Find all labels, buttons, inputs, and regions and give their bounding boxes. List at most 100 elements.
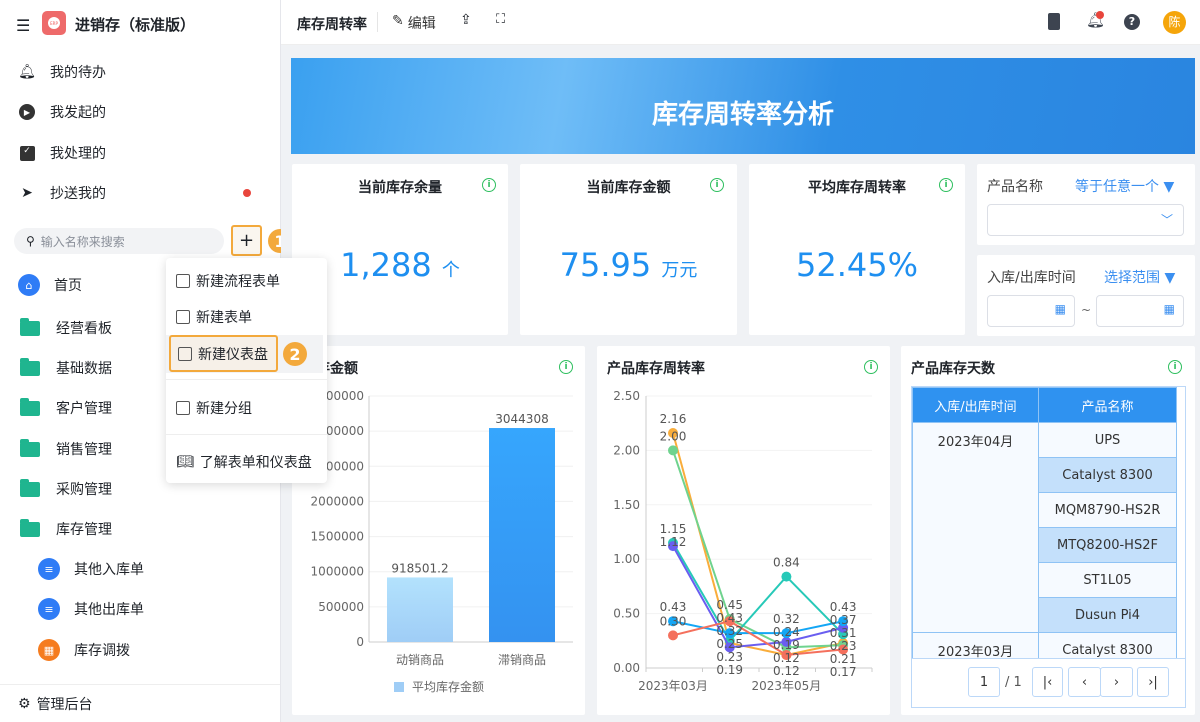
point-data-label: 1.15 [660,522,687,536]
page-input[interactable]: 1 [968,667,1000,697]
legend-label: 平均库存金额 [412,679,484,694]
folder-icon [20,438,40,457]
info-icon[interactable]: i [1168,360,1182,374]
sidebar-subitem[interactable]: ≡ 其他出库单 [38,598,144,620]
sidebar-folder[interactable]: 采购管理 [20,478,112,499]
share-icon[interactable]: ⇪ [460,12,472,28]
y-tick-label: 500000 [318,600,364,614]
sidebar-folder[interactable]: 基础数据 [20,357,112,378]
book-icon: 📖︎ [176,454,194,470]
point-data-label: 1.12 [660,535,687,549]
flow-form-icon [176,274,190,288]
notification-dot [1096,11,1104,19]
notebook-icon[interactable] [1048,13,1060,30]
y-tick-label: 2000000 [311,494,364,508]
info-icon[interactable]: i [710,178,724,192]
range-mode-dropdown[interactable]: 选择范围 ▼ [1104,267,1175,287]
sidebar-folder[interactable]: 销售管理 [20,438,112,459]
table-row: 2023年04月 UPS [912,422,1177,633]
point-data-label: 0.37 [830,613,857,627]
sidebar-subitem[interactable]: ≡ 其他入库单 [38,558,144,580]
x-tick-label: 滞销商品 [498,652,546,667]
unread-dot [243,189,251,197]
avatar[interactable]: 陈 [1163,11,1186,34]
days-table: 入库/出库时间 产品名称 2023年04月 UPS Catalyst 8300 MQ… [911,386,1186,708]
transfer-icon: ▦ [38,639,60,661]
y-tick-label: 2.50 [613,389,640,403]
bar [387,577,453,642]
y-tick-label: 1.50 [613,498,640,512]
sidebar-item-todo[interactable]: 🔔︎ 我的待办 [18,62,106,82]
y-tick-label: 1000000 [311,565,364,579]
sidebar-folder-open[interactable]: 库存管理 [20,518,112,539]
product-select[interactable]: ﹀ [987,204,1184,236]
point-data-label: 0.45 [716,598,743,612]
column-header[interactable]: 入库/出库时间 [912,387,1039,423]
end-date-input[interactable]: ▦ [1096,295,1184,327]
x-tick-label: 动销商品 [396,652,444,667]
dashboard-icon [178,346,192,361]
folder-icon [20,478,40,497]
point-data-label: 0.31 [830,626,857,640]
sidebar-subitem[interactable]: ▦ 库存调拨 [38,639,130,661]
folder-icon [20,317,40,336]
point-data-label: 0.30 [660,614,687,628]
search-input[interactable]: ⚲ 输入名称来搜索 [14,228,224,254]
play-icon: ▶ [18,103,36,121]
y-tick-label: 1.00 [613,552,640,566]
filter-mode-dropdown[interactable]: 等于任意一个 ▼ [1075,176,1174,196]
sidebar-item-cc[interactable]: ➤ 抄送我的 [18,183,106,203]
step-badge-2: 2 [283,342,307,366]
fullscreen-icon[interactable]: ⛶ [496,12,505,27]
menu-item-learn[interactable]: 📖︎ 了解表单和仪表盘 [166,443,327,481]
help-icon[interactable]: ? [1124,14,1140,30]
menu-toggle-icon[interactable]: ☰ [16,16,30,35]
menu-item-new-group[interactable]: 新建分组 [166,389,327,427]
folder-open-icon [20,518,40,537]
point-data-label: 0.19 [716,663,743,677]
add-button[interactable]: + [231,225,262,256]
info-icon[interactable]: i [939,178,953,192]
point-data-label: 0.23 [716,650,743,664]
series-line [672,432,844,656]
y-tick-label: 0.50 [613,607,640,621]
point-data-label: 0.43 [660,600,687,614]
point-data-label: 0.84 [773,556,800,570]
sidebar-folder[interactable]: 客户管理 [20,397,112,418]
point-data-label: 0.12 [773,651,800,665]
bell-icon: 🔔︎ [18,64,36,80]
edit-button[interactable]: ✎ 编辑 [392,13,436,33]
point-data-label: 0.43 [830,600,857,614]
sidebar-folder[interactable]: 经营看板 [20,317,112,338]
add-group-icon [176,401,190,415]
point-data-label: 0.25 [716,637,743,651]
chevron-down-icon: ﹀ [1160,213,1173,227]
product-filter: 产品名称 等于任意一个 ▼ ﹀ [977,164,1195,245]
point-data-label: 0.24 [773,625,800,639]
menu-item-new-dashboard[interactable]: 新建仪表盘 [169,335,278,372]
kpi-card: 当前库存金额 i 75.95 万元 [520,164,737,335]
last-page-button[interactable]: ›| [1137,667,1169,697]
gear-icon: ⚙ [18,696,31,712]
info-icon[interactable]: i [482,178,496,192]
sidebar-item-home[interactable]: ⌂ 首页 [18,274,82,296]
calendar-icon: ▦ [1054,302,1066,316]
menu-item-new-form[interactable]: 新建表单 [166,298,327,336]
first-page-button[interactable]: |‹ [1032,667,1063,697]
sidebar-item-initiated[interactable]: ▶ 我发起的 [18,102,106,122]
menu-item-new-flow-form[interactable]: 新建流程表单 [166,262,327,300]
admin-link[interactable]: ⚙ 管理后台 [18,694,93,714]
dashboard: 库存周转率分析 当前库存余量 i 1,288 个 当前库存金额 i 75.95 万元 平… [281,45,1200,722]
prev-page-button[interactable]: ‹ [1068,667,1101,697]
line-chart-card: 产品库存周转率 i 0.00 0.50 1.00 1.50 2.00 2.50 2023年0… [597,346,890,715]
next-page-button[interactable]: › [1100,667,1133,697]
page-title: 库存周转率 [297,17,367,33]
form-icon [176,310,190,324]
column-header[interactable]: 产品名称 [1038,387,1177,423]
folder-icon [20,357,40,376]
y-tick-label: 0 [356,635,364,649]
sidebar-item-processed[interactable]: ✓ 我处理的 [18,143,106,163]
point-data-label: 0.21 [830,652,857,666]
kpi-card: 平均库存周转率 i 52.45% [749,164,965,335]
start-date-input[interactable]: ▦ [987,295,1075,327]
